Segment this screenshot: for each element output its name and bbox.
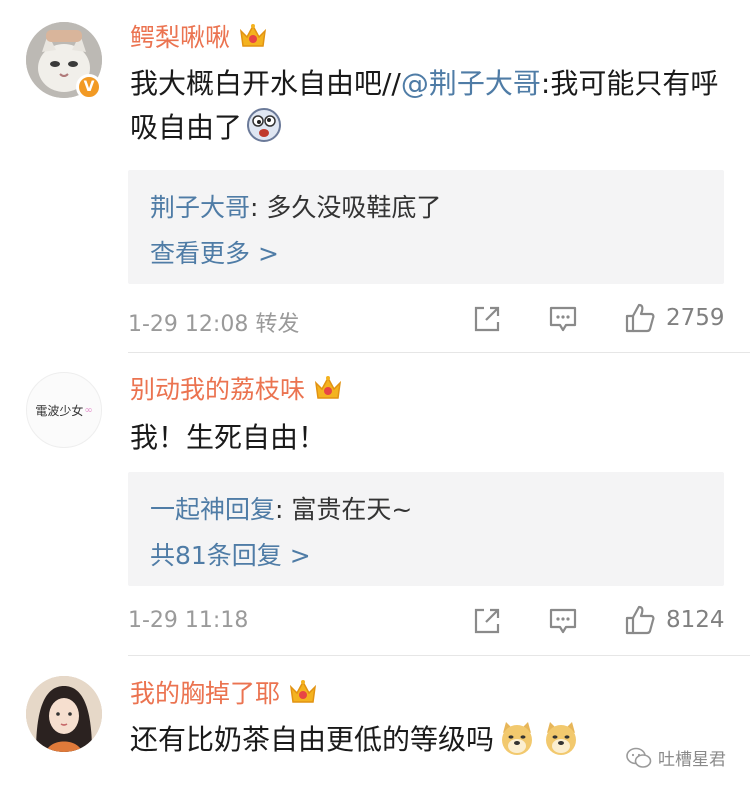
quote-text: 富贵在天~: [291, 495, 413, 524]
like-count: 2759: [666, 305, 725, 331]
thumbs-up-icon: [625, 303, 655, 333]
vip-crown-icon: [289, 680, 317, 703]
doge-emoji-icon: [546, 722, 577, 755]
like-button[interactable]: 2759: [624, 302, 725, 334]
thumbs-up-icon: [625, 605, 655, 635]
like-count: 8124: [666, 607, 725, 633]
girl-avatar-icon: [26, 676, 102, 752]
mention-link[interactable]: @荆子大哥: [401, 67, 541, 100]
wechat-icon: [626, 747, 652, 768]
view-more-link[interactable]: 查看更多 >: [150, 234, 279, 270]
comment-username[interactable]: 我的胸掉了耶: [130, 674, 318, 710]
comment-icon: [549, 306, 577, 332]
quote-username[interactable]: 荆子大哥: [150, 193, 250, 222]
avatar[interactable]: [26, 676, 102, 752]
divider: [128, 655, 750, 656]
quote-text: 多久没吸鞋底了: [266, 193, 442, 222]
forward-button[interactable]: [472, 304, 502, 334]
divider: [128, 352, 750, 353]
reply-button[interactable]: [548, 607, 578, 635]
view-replies-link[interactable]: 共81条回复 >: [150, 536, 311, 572]
dizzy-face-emoji-icon: [247, 108, 282, 142]
comment-icon: [549, 608, 577, 634]
avatar-text: 電波少女: [35, 403, 84, 418]
quoted-reply[interactable]: 荆子大哥: 多久没吸鞋底了 查看更多 >: [128, 170, 724, 284]
quoted-reply[interactable]: 一起神回复: 富贵在天~ 共81条回复 >: [128, 472, 724, 586]
comment-timestamp: 1-29 11:18: [128, 608, 249, 633]
comment-text: 我大概白开水自由吧//@荆子大哥:我可能只有呼吸自由了: [130, 67, 719, 144]
like-button[interactable]: 8124: [624, 604, 725, 636]
doge-emoji-icon: [502, 722, 533, 755]
share-icon: [474, 306, 500, 332]
vip-crown-icon: [239, 24, 267, 47]
watermark-text: 吐槽星君: [658, 750, 726, 770]
forward-button[interactable]: [472, 606, 502, 636]
swirl-icon: ∞: [84, 404, 93, 416]
watermark: 吐槽星君: [626, 745, 726, 770]
vip-crown-icon: [314, 376, 342, 399]
share-icon: [474, 608, 500, 634]
quote-username[interactable]: 一起神回复: [150, 495, 275, 524]
reply-button[interactable]: [548, 305, 578, 333]
comment-username[interactable]: 别动我的荔枝味: [130, 370, 343, 406]
avatar[interactable]: 電波少女 ∞: [26, 372, 102, 448]
comment-username[interactable]: 鳄梨啾啾: [130, 18, 268, 54]
comment-text: 我！生死自由！: [130, 421, 327, 454]
verified-badge-icon: V: [76, 74, 102, 100]
comment-timestamp: 1-29 12:08 转发: [128, 312, 300, 337]
